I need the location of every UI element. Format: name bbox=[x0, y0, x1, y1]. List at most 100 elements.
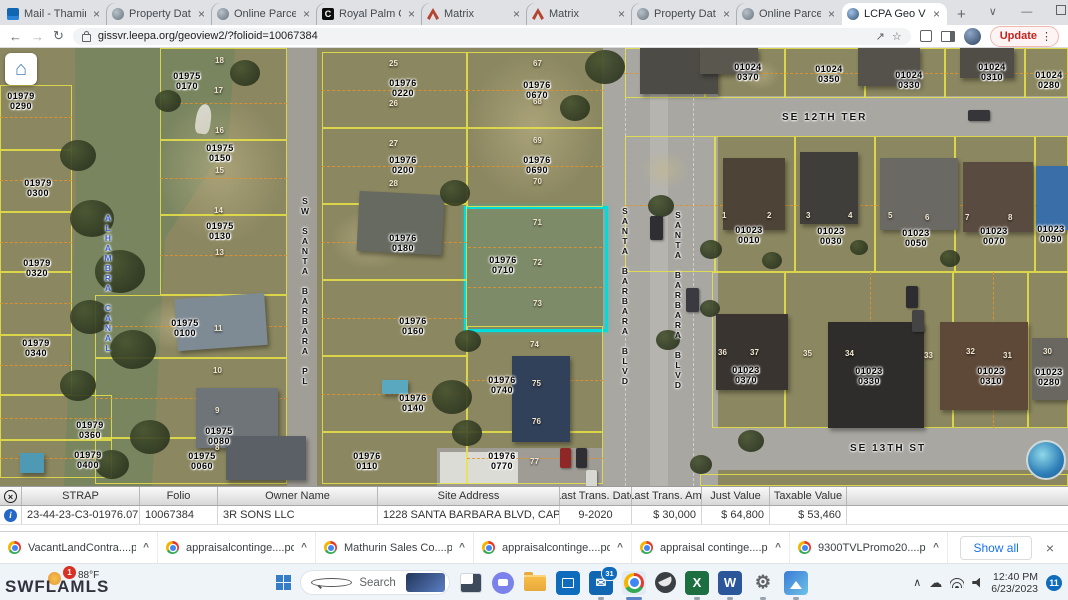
close-table-icon[interactable]: × bbox=[4, 490, 17, 503]
download-item[interactable]: VacantLandContra....pdf ^ bbox=[0, 532, 158, 563]
chrome-app-icon[interactable] bbox=[622, 571, 646, 595]
tray-chevron-icon[interactable]: ∧ bbox=[913, 576, 921, 589]
menu-kebab-icon[interactable]: ⋮ bbox=[1041, 30, 1052, 43]
notification-count-badge[interactable]: 11 bbox=[1046, 575, 1062, 591]
tab-close-icon[interactable]: × bbox=[721, 7, 732, 21]
bookmark-star-icon[interactable]: ☆ bbox=[892, 30, 902, 43]
download-item[interactable]: appraisalcontinge....pdf ^ bbox=[474, 532, 632, 563]
tab-title: Online Parcel bbox=[759, 8, 821, 20]
share-icon[interactable]: ↗ bbox=[876, 30, 885, 43]
task-view-icon[interactable] bbox=[459, 571, 483, 595]
download-item[interactable]: appraisal continge....pdf ^ bbox=[632, 532, 790, 563]
col-site-address: Site Address bbox=[378, 487, 560, 505]
download-caret-icon[interactable]: ^ bbox=[459, 542, 465, 553]
tab-online-parcel-2[interactable]: Online Parcel × bbox=[737, 3, 842, 25]
outlook-app-icon[interactable]: ✉31 bbox=[589, 571, 613, 595]
microsoft-store-icon[interactable] bbox=[556, 571, 580, 595]
onedrive-cloud-icon[interactable]: ☁ bbox=[929, 575, 942, 591]
tab-title: Matrix bbox=[549, 8, 611, 20]
pdf-file-icon bbox=[640, 541, 653, 554]
file-explorer-icon[interactable] bbox=[523, 571, 547, 595]
tab-close-icon[interactable]: × bbox=[91, 7, 102, 21]
tab-royal-palm[interactable]: Royal Palm Co × bbox=[317, 3, 422, 25]
tab-matrix-2[interactable]: Matrix × bbox=[527, 3, 632, 25]
pdf-file-icon bbox=[8, 541, 21, 554]
compass-icon[interactable] bbox=[1026, 440, 1066, 480]
date: 6/23/2023 bbox=[991, 583, 1038, 595]
tab-close-icon[interactable]: × bbox=[826, 7, 837, 21]
download-filename: appraisalcontinge....pdf bbox=[502, 542, 610, 554]
downloads-close-icon[interactable]: × bbox=[1046, 540, 1054, 556]
side-panel-icon[interactable] bbox=[941, 31, 955, 42]
outlook-icon bbox=[7, 8, 19, 20]
maximize-button[interactable] bbox=[1044, 0, 1068, 25]
tab-online-parcel-1[interactable]: Online Parcel × bbox=[212, 3, 317, 25]
photos-icon[interactable] bbox=[784, 571, 808, 595]
address-bar[interactable]: gissvr.leepa.org/geoview2/?folioid=10067… bbox=[73, 28, 911, 45]
col-owner-name: Owner Name bbox=[218, 487, 378, 505]
tab-title: Property Data bbox=[129, 8, 191, 20]
download-caret-icon[interactable]: ^ bbox=[143, 542, 149, 553]
tab-property-data-1[interactable]: Property Data × bbox=[107, 3, 212, 25]
minimize-button[interactable]: — bbox=[1010, 0, 1044, 25]
road-se-12th-ter bbox=[715, 96, 1068, 136]
lane-stripe bbox=[625, 48, 626, 486]
header-filler bbox=[847, 487, 1068, 505]
downloads-bar-right: Show all × bbox=[960, 536, 1068, 560]
info-icon[interactable]: i bbox=[4, 509, 17, 522]
download-item[interactable]: Mathurin Sales Co....pdf ^ bbox=[316, 532, 474, 563]
download-filename: Mathurin Sales Co....pdf bbox=[344, 542, 452, 554]
clock[interactable]: 12:40 PM 6/23/2023 bbox=[991, 571, 1038, 595]
word-icon[interactable]: W bbox=[718, 571, 742, 595]
wifi-icon[interactable] bbox=[950, 578, 964, 588]
tab-close-icon[interactable]: × bbox=[196, 7, 207, 21]
road-sw-santa-barbara-pl bbox=[287, 48, 317, 486]
windows-start-button[interactable] bbox=[276, 575, 291, 590]
download-item[interactable]: 9300TVLPromo20....pdf ^ bbox=[790, 532, 948, 563]
tab-close-icon[interactable]: × bbox=[931, 7, 942, 21]
forward-button[interactable]: → bbox=[31, 29, 44, 44]
url-text[interactable]: gissvr.leepa.org/geoview2/?folioid=10067… bbox=[98, 30, 318, 42]
tab-property-data-2[interactable]: Property Data × bbox=[632, 3, 737, 25]
home-widget-icon[interactable]: ⌂ bbox=[5, 53, 37, 85]
cell-just-value: $ 64,800 bbox=[702, 506, 770, 524]
table-row[interactable]: i 23-44-23-C3-01976.0710 10067384 3R SON… bbox=[0, 506, 1068, 525]
excel-icon[interactable]: X bbox=[685, 571, 709, 595]
show-all-button[interactable]: Show all bbox=[960, 536, 1031, 560]
download-caret-icon[interactable]: ^ bbox=[775, 542, 781, 553]
task-view-glyph bbox=[460, 573, 482, 593]
tab-lcpa-geo-view-active[interactable]: LCPA Geo Vie × bbox=[842, 3, 947, 25]
tab-close-icon[interactable]: × bbox=[511, 7, 522, 21]
extensions-icon[interactable] bbox=[920, 30, 932, 42]
new-tab-button[interactable]: + bbox=[947, 6, 976, 25]
tab-close-icon[interactable]: × bbox=[406, 7, 417, 21]
tab-close-icon[interactable]: × bbox=[616, 7, 627, 21]
download-filename: 9300TVLPromo20....pdf bbox=[818, 542, 926, 554]
teams-chat-icon[interactable] bbox=[492, 572, 514, 594]
highlighted-parcel[interactable] bbox=[464, 206, 608, 332]
download-caret-icon[interactable]: ^ bbox=[301, 542, 307, 553]
globe-icon bbox=[742, 8, 754, 20]
cell-last-trans-amt: $ 30,000 bbox=[632, 506, 702, 524]
col-last-trans-date: Last Trans. Date bbox=[560, 487, 632, 505]
tab-mail[interactable]: Mail - Thamin × bbox=[2, 3, 107, 25]
browser-toolbar: ← → ↻ gissvr.leepa.org/geoview2/?folioid… bbox=[0, 25, 1068, 48]
back-button[interactable]: ← bbox=[9, 29, 22, 44]
taskbar-search[interactable]: Search bbox=[300, 570, 450, 595]
profile-avatar[interactable] bbox=[964, 28, 981, 45]
downloads-bar: VacantLandContra....pdf ^ appraisalconti… bbox=[0, 531, 1068, 563]
reload-button[interactable]: ↻ bbox=[53, 28, 64, 44]
settings-icon[interactable]: ⚙ bbox=[751, 571, 775, 595]
browser-tab-strip: Mail - Thamin × Property Data × Online P… bbox=[0, 0, 1068, 25]
snagit-icon[interactable] bbox=[655, 572, 676, 593]
tab-close-icon[interactable]: × bbox=[301, 7, 312, 21]
windows-taskbar: 1 88°F SWFLAMLS Search ✉31 X W ⚙ ∧ ☁ 12:… bbox=[0, 563, 1068, 600]
tab-search-chevron-icon[interactable]: ∨ bbox=[976, 0, 1010, 25]
pdf-file-icon bbox=[798, 541, 811, 554]
volume-icon[interactable] bbox=[972, 578, 983, 588]
chrome-update-button[interactable]: Update ⋮ bbox=[990, 26, 1059, 47]
download-caret-icon[interactable]: ^ bbox=[617, 542, 623, 553]
download-caret-icon[interactable]: ^ bbox=[933, 542, 939, 553]
tab-matrix-1[interactable]: Matrix × bbox=[422, 3, 527, 25]
download-item[interactable]: appraisalcontinge....pdf ^ bbox=[158, 532, 316, 563]
